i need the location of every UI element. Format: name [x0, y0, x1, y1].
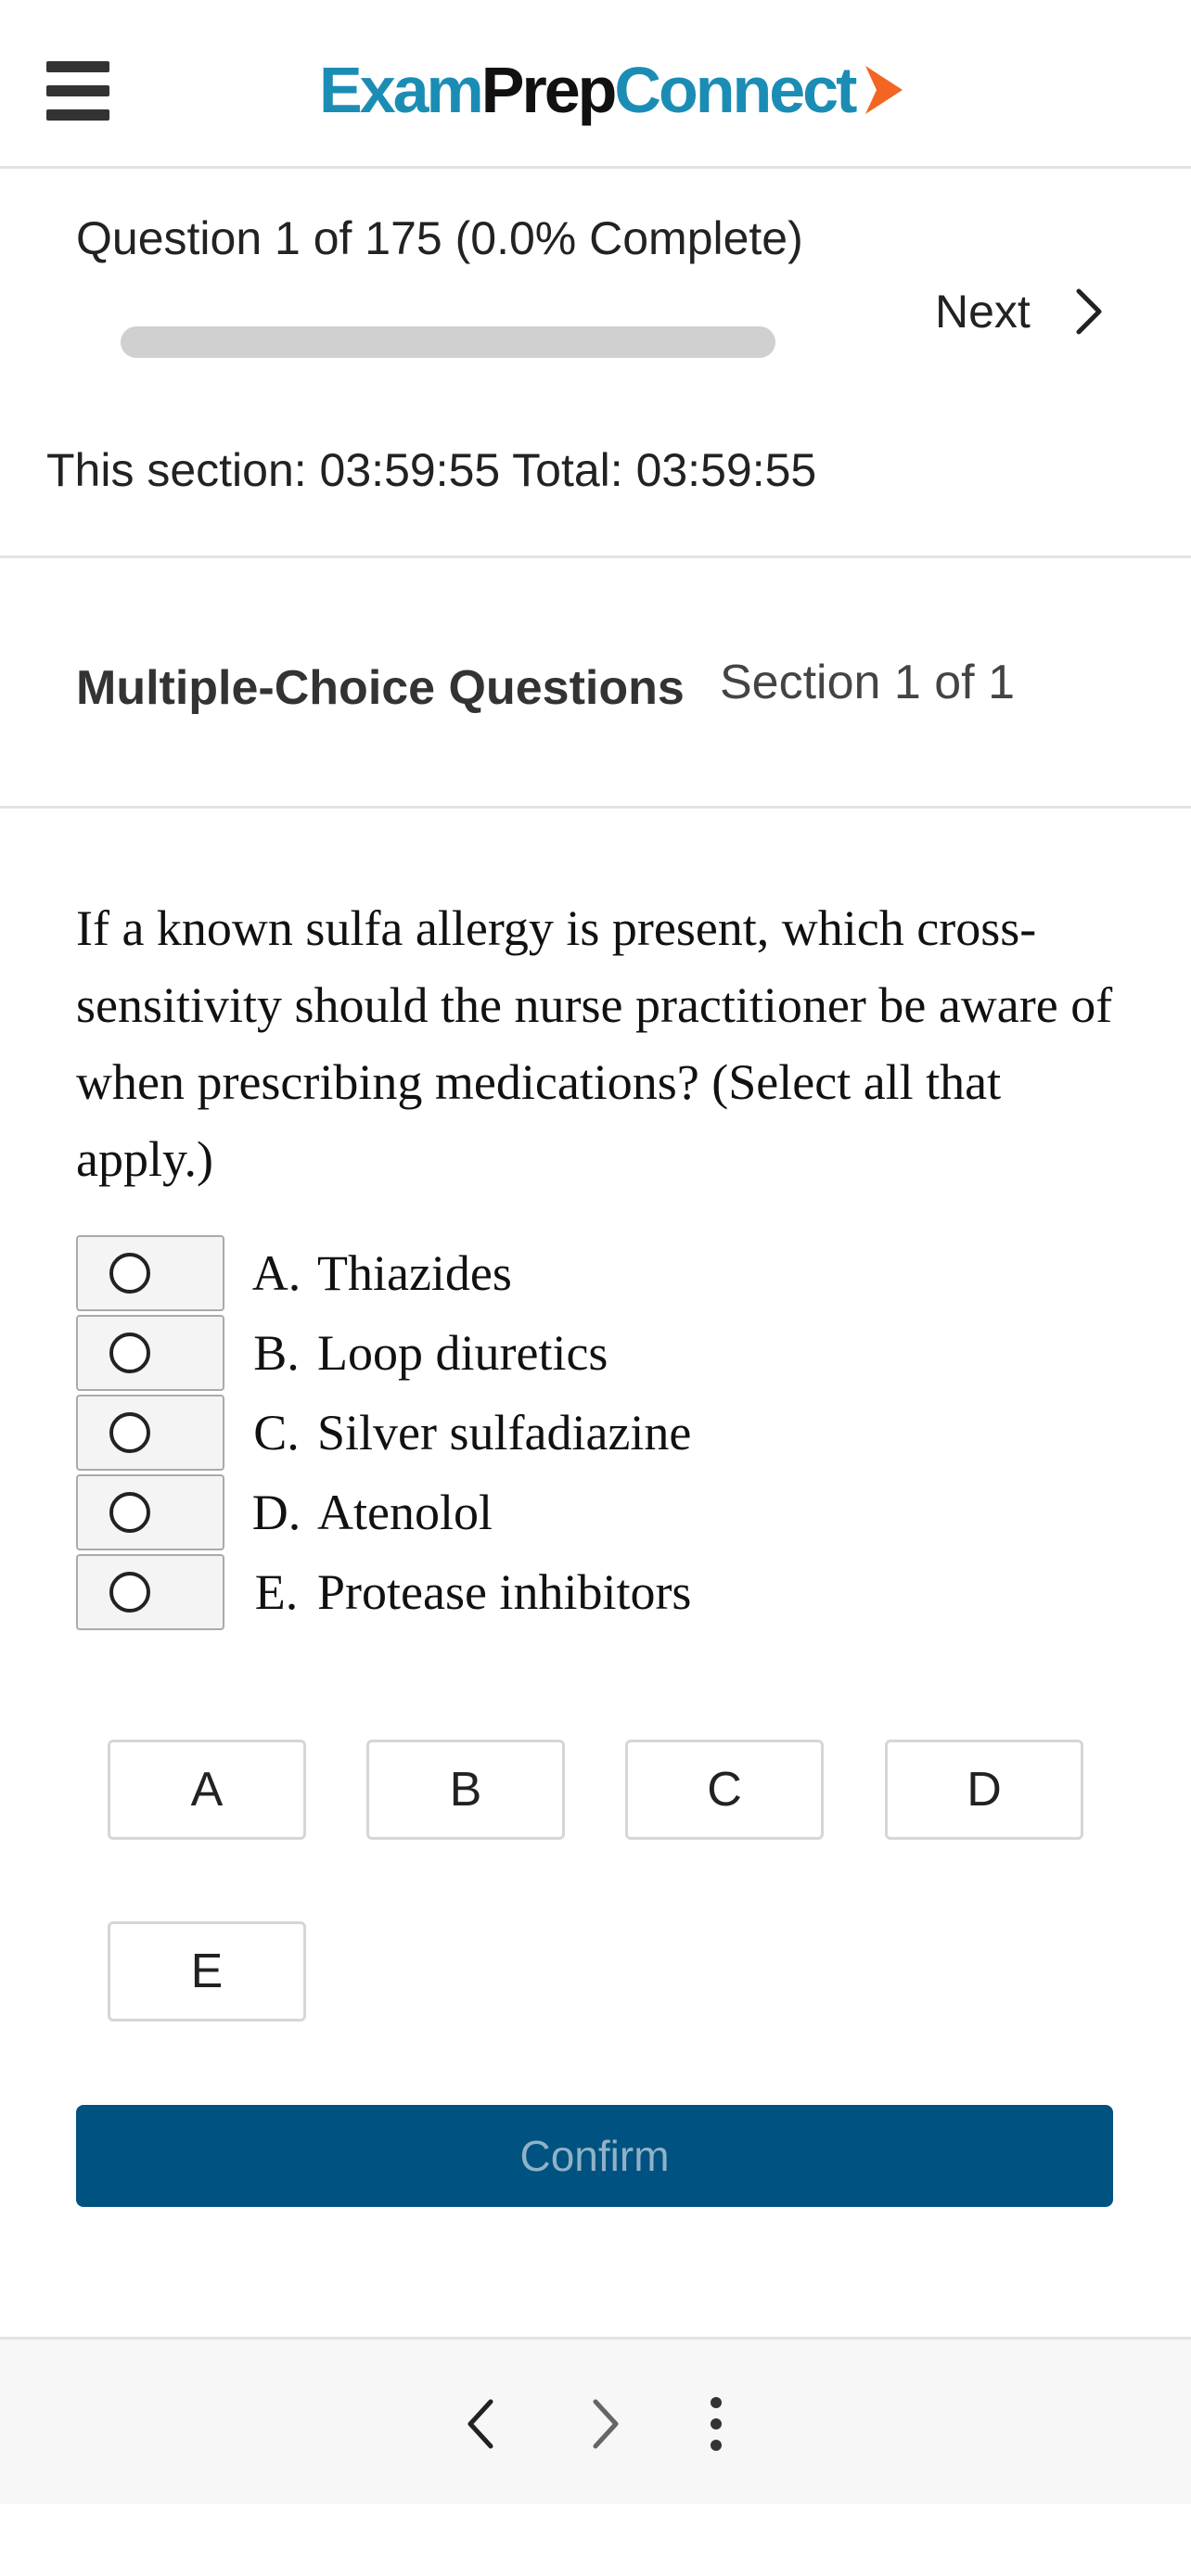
- answer-button-c[interactable]: C: [625, 1740, 824, 1840]
- option-text: Protease inhibitors: [317, 1564, 692, 1620]
- logo-prep-text: Prep: [480, 54, 618, 126]
- answer-button-d[interactable]: D: [885, 1740, 1083, 1840]
- next-button-label: Next: [935, 286, 1031, 338]
- radio-icon: [109, 1572, 150, 1613]
- logo-connect-text: Connect: [614, 54, 857, 126]
- option-e-radio-box[interactable]: [76, 1554, 224, 1630]
- option-text: Loop diuretics: [317, 1325, 608, 1381]
- radio-icon: [109, 1492, 150, 1533]
- radio-icon: [109, 1412, 150, 1453]
- chevron-left-icon[interactable]: [448, 2391, 513, 2456]
- section-header: Multiple-Choice Questions Section 1 of 1: [0, 558, 1191, 809]
- chevron-right-icon[interactable]: [573, 2391, 638, 2456]
- radio-icon: [109, 1333, 150, 1373]
- question-counter: Question 1 of 175 (0.0% Complete): [76, 212, 803, 264]
- answer-button-a[interactable]: A: [108, 1740, 306, 1840]
- logo-arrow-icon: [865, 66, 903, 114]
- option-e: E. Protease inhibitors: [76, 1552, 1133, 1632]
- section-count: Section 1 of 1: [720, 656, 1015, 709]
- option-text: Silver sulfadiazine: [317, 1405, 692, 1460]
- option-c: C. Silver sulfadiazine: [76, 1393, 1133, 1473]
- option-text: Atenolol: [317, 1485, 493, 1540]
- hamburger-menu-icon[interactable]: [46, 61, 109, 121]
- option-letter: B.: [253, 1325, 300, 1381]
- section-title: Multiple-Choice Questions: [76, 661, 685, 715]
- option-b-radio-box[interactable]: [76, 1315, 224, 1391]
- option-letter: D.: [251, 1485, 301, 1540]
- option-letter: E.: [254, 1564, 299, 1620]
- chevron-right-icon: [1076, 288, 1102, 335]
- timer-text: This section: 03:59:55 Total: 03:59:55: [46, 444, 817, 496]
- confirm-button[interactable]: Confirm: [76, 2105, 1113, 2207]
- option-a: A. Thiazides: [76, 1233, 1133, 1313]
- answer-button-e[interactable]: E: [108, 1921, 306, 2021]
- option-d: D. Atenolol: [76, 1473, 1133, 1552]
- answer-options-list: A. Thiazides B. Loop diuretics C. Silver…: [76, 1233, 1133, 1632]
- logo-exam-text: Exam: [319, 54, 484, 126]
- option-letter: A.: [251, 1245, 301, 1301]
- question-text: If a known sulfa allergy is present, whi…: [76, 900, 1113, 1187]
- exam-prep-connect-logo[interactable]: Exam Prep Connect: [319, 48, 904, 132]
- option-b: B. Loop diuretics: [76, 1313, 1133, 1393]
- radio-icon: [109, 1253, 150, 1294]
- app-header: Exam Prep Connect: [0, 0, 1191, 169]
- option-text: Thiazides: [317, 1245, 512, 1301]
- next-button[interactable]: Next: [935, 274, 1103, 349]
- option-d-radio-box[interactable]: [76, 1474, 224, 1550]
- option-letter: C.: [253, 1405, 300, 1460]
- option-c-radio-box[interactable]: [76, 1395, 224, 1471]
- option-a-radio-box[interactable]: [76, 1235, 224, 1311]
- more-vertical-icon[interactable]: [684, 2391, 749, 2456]
- bottom-navigation-bar: [0, 2337, 1191, 2504]
- answer-button-b[interactable]: B: [366, 1740, 565, 1840]
- progress-area: Question 1 of 175 (0.0% Complete) Next T…: [0, 169, 1191, 558]
- progress-bar: [121, 326, 775, 358]
